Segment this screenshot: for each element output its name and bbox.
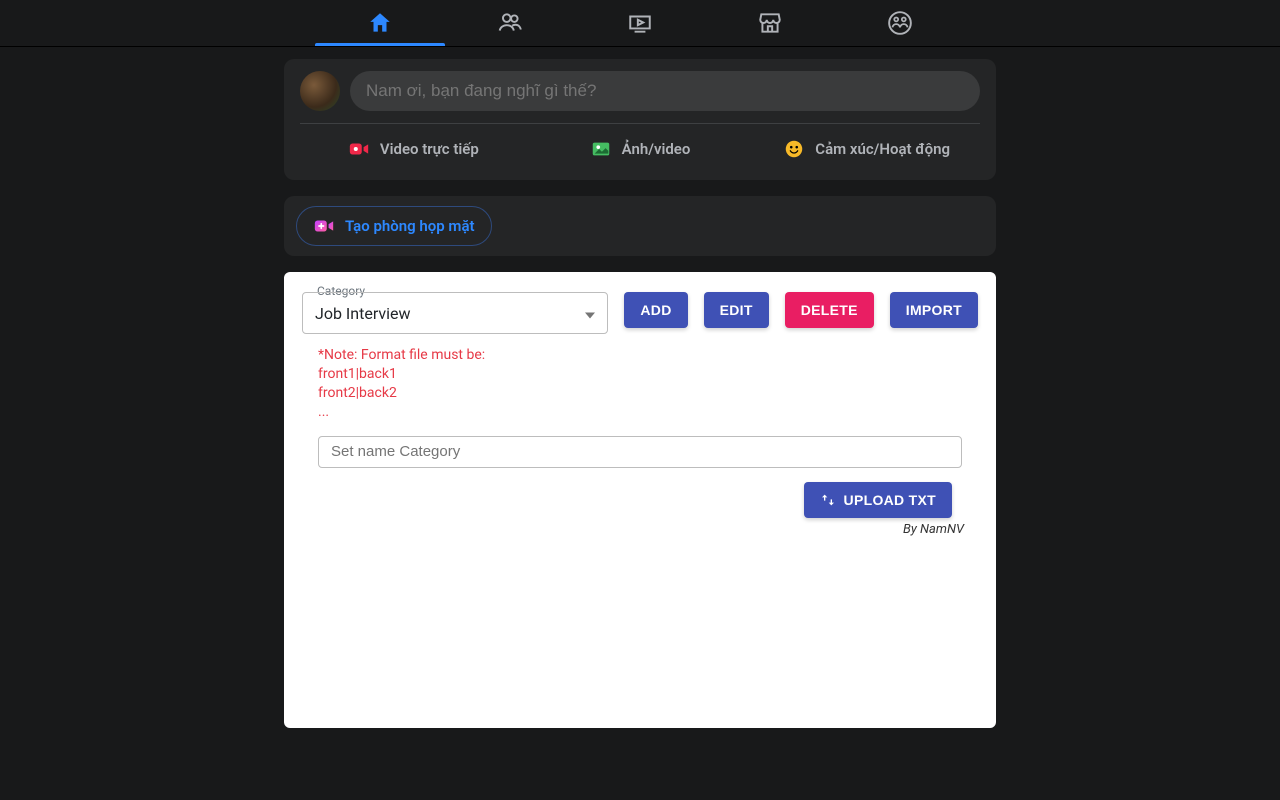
delete-button[interactable]: DELETE <box>785 292 874 328</box>
feeling-icon <box>783 138 805 160</box>
friends-icon <box>497 10 523 36</box>
feed-column: Video trực tiếp Ảnh/video Cảm xúc/Hoạt đ… <box>284 59 996 728</box>
category-name-input[interactable] <box>318 436 962 468</box>
room-camera-icon <box>313 215 335 237</box>
nav-marketplace[interactable] <box>705 0 835 46</box>
edit-button[interactable]: EDIT <box>704 292 769 328</box>
composer-input[interactable] <box>350 71 980 111</box>
byline: By NamNV <box>302 522 978 537</box>
composer-feeling-button[interactable]: Cảm xúc/Hoạt động <box>753 130 980 168</box>
top-nav <box>0 0 1280 47</box>
marketplace-icon <box>757 10 783 36</box>
composer-photo-button[interactable]: Ảnh/video <box>527 130 754 168</box>
divider <box>300 123 980 124</box>
composer-feeling-label: Cảm xúc/Hoạt động <box>815 140 950 158</box>
composer-photo-label: Ảnh/video <box>622 140 691 158</box>
nav-groups[interactable] <box>835 0 965 46</box>
composer-live-label: Video trực tiếp <box>380 140 479 158</box>
nav-home[interactable] <box>315 0 445 46</box>
format-note: *Note: Format file must be: front1|back1… <box>318 346 978 422</box>
video-icon <box>348 138 370 160</box>
import-button[interactable]: IMPORT <box>890 292 978 328</box>
category-select-value: Job Interview <box>315 304 411 323</box>
category-select[interactable]: Category Job Interview <box>302 292 608 334</box>
home-icon <box>367 10 393 36</box>
create-room-label: Tạo phòng họp mặt <box>345 217 475 235</box>
groups-icon <box>887 10 913 36</box>
upload-icon <box>820 492 836 508</box>
nav-friends[interactable] <box>445 0 575 46</box>
upload-txt-button[interactable]: UPLOAD TXT <box>804 482 952 518</box>
chevron-down-icon <box>585 304 595 323</box>
room-card: Tạo phòng họp mặt <box>284 196 996 256</box>
nav-watch[interactable] <box>575 0 705 46</box>
watch-icon <box>627 10 653 36</box>
composer-card: Video trực tiếp Ảnh/video Cảm xúc/Hoạt đ… <box>284 59 996 180</box>
avatar[interactable] <box>300 71 340 111</box>
composer-live-button[interactable]: Video trực tiếp <box>300 130 527 168</box>
category-card: Category Job Interview ADD EDIT DELETE I… <box>284 272 996 728</box>
photo-icon <box>590 138 612 160</box>
add-button[interactable]: ADD <box>624 292 687 328</box>
upload-txt-label: UPLOAD TXT <box>844 492 936 508</box>
create-room-button[interactable]: Tạo phòng họp mặt <box>296 206 492 246</box>
